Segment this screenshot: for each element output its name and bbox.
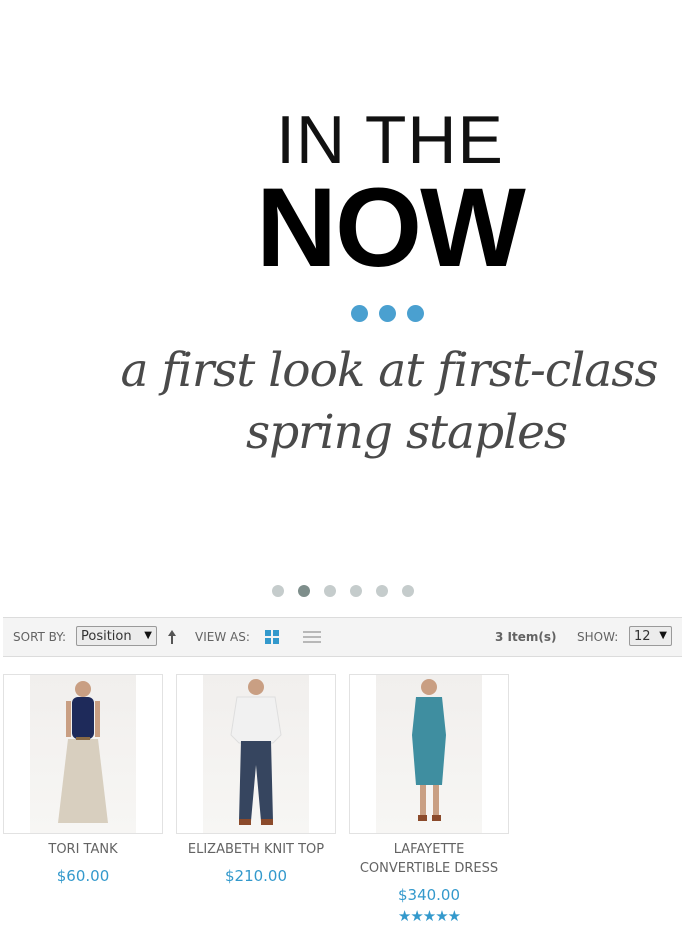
view-as-label: View as: xyxy=(195,630,250,644)
hero-dot xyxy=(351,305,368,322)
chevron-down-icon: ▼ xyxy=(144,630,152,641)
product-card-elizabeth-knit-top: Elizabeth Knit Top $210.00 xyxy=(176,674,336,885)
hero-banner[interactable]: IN THE NOW a first look at first-class s… xyxy=(0,0,688,570)
show-per-page-select[interactable]: 12 ▼ xyxy=(629,626,672,646)
product-name[interactable]: Elizabeth Knit Top xyxy=(176,840,336,859)
sort-by-select[interactable]: Position ▼ xyxy=(76,626,157,646)
show-label: Show: xyxy=(577,630,619,644)
chevron-down-icon: ▼ xyxy=(659,630,667,641)
model-photo xyxy=(412,679,446,821)
product-price: $210.00 xyxy=(224,867,288,885)
product-card-tori-tank: Tori Tank $60.00 xyxy=(3,674,163,885)
model-photo xyxy=(230,679,282,825)
product-image[interactable] xyxy=(3,674,163,834)
show-per-page-value: 12 xyxy=(634,629,651,644)
product-name[interactable]: Tori Tank xyxy=(3,840,163,859)
product-name-line1: Lafayette xyxy=(393,842,465,857)
hero-dot xyxy=(379,305,396,322)
hero-tagline: a first look at first-class spring stapl… xyxy=(100,340,678,464)
product-price: $60.00 xyxy=(56,867,110,885)
slider-dot-6[interactable] xyxy=(402,585,414,597)
sort-by-value: Position xyxy=(81,629,132,644)
product-image[interactable] xyxy=(176,674,336,834)
product-image[interactable] xyxy=(349,674,509,834)
hero-dot xyxy=(407,305,424,322)
slider-dot-3[interactable] xyxy=(324,585,336,597)
slider-dot-4[interactable] xyxy=(350,585,362,597)
item-count: 3 Item(s) xyxy=(495,630,557,644)
sort-direction-arrow-icon[interactable] xyxy=(166,629,178,645)
hero-tagline-line2: spring staples xyxy=(245,405,568,460)
model-photo xyxy=(58,681,108,823)
product-price: $340.00 xyxy=(397,886,461,904)
list-view-icon[interactable] xyxy=(303,630,321,644)
product-name-line2: Convertible Dress xyxy=(359,861,499,876)
sort-by-label: Sort By: xyxy=(13,630,67,644)
hero-tagline-line1: a first look at first-class xyxy=(120,343,658,398)
grid-view-icon[interactable] xyxy=(265,630,279,644)
catalog-toolbar: Sort By: Position ▼ View as: 3 Item(s) S… xyxy=(3,617,682,657)
slider-dot-1[interactable] xyxy=(272,585,284,597)
hero-headline-line2: NOW xyxy=(256,165,526,290)
rating-stars[interactable]: ★★★★★ xyxy=(349,907,509,925)
slider-dot-5[interactable] xyxy=(376,585,388,597)
slider-dot-2[interactable] xyxy=(298,585,310,597)
product-card-lafayette-convertible-dress: Lafayette Convertible Dress $340.00 ★★★★… xyxy=(349,674,509,925)
product-name[interactable]: Lafayette Convertible Dress xyxy=(349,840,509,878)
